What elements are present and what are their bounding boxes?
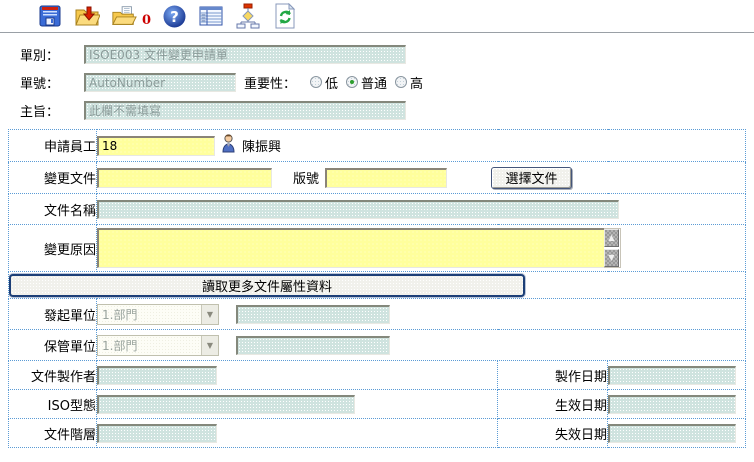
applicant-row: 申請員工 陳振興 xyxy=(9,130,746,162)
person-icon xyxy=(221,134,236,157)
doc-creator-label: 文件製作者 xyxy=(9,361,97,390)
custody-unit-select-value: 1.部門 xyxy=(98,337,201,354)
origin-unit-field xyxy=(236,305,390,324)
doc-level-row: 文件階層 失效日期 xyxy=(9,419,746,448)
iso-type-field xyxy=(97,395,355,414)
folder-import-icon[interactable] xyxy=(74,3,100,29)
grid-list-icon[interactable] xyxy=(198,3,224,29)
change-reason-field-wrap: ▲ ▼ xyxy=(97,228,621,268)
save-icon[interactable] xyxy=(37,3,63,29)
change-reason-label: 變更原因 xyxy=(9,225,97,272)
doc-creator-field xyxy=(97,366,217,385)
change-doc-label: 變更文件 xyxy=(9,162,97,194)
create-date-label: 製作日期 xyxy=(498,361,608,390)
importance-option-high-label: 高 xyxy=(410,73,423,92)
custody-unit-label: 保管單位 xyxy=(9,330,97,361)
subject-row: 主旨： xyxy=(20,100,754,120)
doc-name-row: 文件名稱 xyxy=(9,194,746,225)
attachment-count-badge: 0 xyxy=(142,13,151,28)
importance-radio-normal xyxy=(346,76,358,88)
iso-type-label: ISO型態 xyxy=(9,390,97,419)
applicant-label: 申請員工 xyxy=(9,130,97,162)
effective-date-label: 生效日期 xyxy=(498,390,608,419)
origin-unit-row: 發起單位 1.部門 ▼ xyxy=(9,299,746,330)
change-reason-row: 變更原因 ▲ ▼ xyxy=(9,225,746,272)
change-doc-input[interactable] xyxy=(97,168,272,188)
origin-unit-label: 發起單位 xyxy=(9,299,97,330)
svg-text:?: ? xyxy=(170,8,179,26)
doc-type-field xyxy=(84,45,406,64)
load-more-row: 讀取更多文件屬性資料 xyxy=(9,272,746,299)
load-more-attributes-button[interactable]: 讀取更多文件屬性資料 xyxy=(9,274,525,297)
scroll-down-icon[interactable]: ▼ xyxy=(604,249,619,267)
expire-date-field xyxy=(608,424,736,443)
scroll-up-icon[interactable]: ▲ xyxy=(604,229,619,247)
header-form: 單別： 單號： 重要性： 低 普通 高 主旨： xyxy=(0,33,754,120)
change-reason-textarea[interactable] xyxy=(97,228,604,268)
doc-level-field xyxy=(97,424,217,443)
importance-radio-high xyxy=(395,76,407,88)
importance-radio-low xyxy=(310,76,322,88)
expire-date-label: 失效日期 xyxy=(498,419,608,448)
custody-unit-select: 1.部門 ▼ xyxy=(97,335,219,356)
help-icon[interactable]: ? xyxy=(161,3,187,29)
refresh-doc-icon[interactable] xyxy=(272,3,298,29)
doc-no-field xyxy=(84,73,236,92)
doc-level-label: 文件階層 xyxy=(9,419,97,448)
origin-unit-select-value: 1.部門 xyxy=(98,306,201,323)
toolbar: 0 ? xyxy=(0,0,754,33)
change-reason-scrollbar[interactable]: ▲ ▼ xyxy=(604,228,621,268)
doc-type-row: 單別： xyxy=(20,44,754,64)
flowchart-icon[interactable] xyxy=(235,3,261,29)
importance-option-normal-label: 普通 xyxy=(361,73,387,92)
custody-unit-field xyxy=(236,336,390,355)
iso-type-row: ISO型態 生效日期 xyxy=(9,390,746,419)
effective-date-field xyxy=(608,395,736,414)
doc-name-field xyxy=(97,200,619,219)
custody-unit-row: 保管單位 1.部門 ▼ xyxy=(9,330,746,361)
doc-no-label: 單號： xyxy=(20,73,84,92)
chevron-down-icon: ▼ xyxy=(201,305,218,324)
document-change-request-screen: 0 ? xyxy=(0,0,754,448)
doc-type-label: 單別： xyxy=(20,45,84,64)
version-input[interactable] xyxy=(325,168,447,188)
doc-name-label: 文件名稱 xyxy=(9,194,97,225)
importance-option-low-label: 低 xyxy=(325,73,338,92)
importance-group: 重要性： 低 普通 高 xyxy=(244,73,423,92)
doc-no-row: 單號： 重要性： 低 普通 高 xyxy=(20,72,754,92)
importance-label: 重要性： xyxy=(244,73,296,92)
version-label: 版號 xyxy=(293,168,319,187)
main-form-table: 申請員工 陳振興 變更文件 xyxy=(8,129,746,448)
create-date-field xyxy=(608,366,736,385)
folder-open-icon[interactable] xyxy=(111,3,137,29)
applicant-id-input[interactable] xyxy=(97,136,215,156)
subject-field xyxy=(84,101,406,120)
subject-label: 主旨： xyxy=(20,101,84,120)
chevron-down-icon: ▼ xyxy=(201,336,218,355)
choose-document-button[interactable]: 選擇文件 xyxy=(491,167,572,189)
origin-unit-select: 1.部門 ▼ xyxy=(97,304,219,325)
applicant-name: 陳振興 xyxy=(242,136,281,155)
change-doc-row: 變更文件 版號 選擇文件 xyxy=(9,162,746,194)
doc-creator-row: 文件製作者 製作日期 xyxy=(9,361,746,390)
